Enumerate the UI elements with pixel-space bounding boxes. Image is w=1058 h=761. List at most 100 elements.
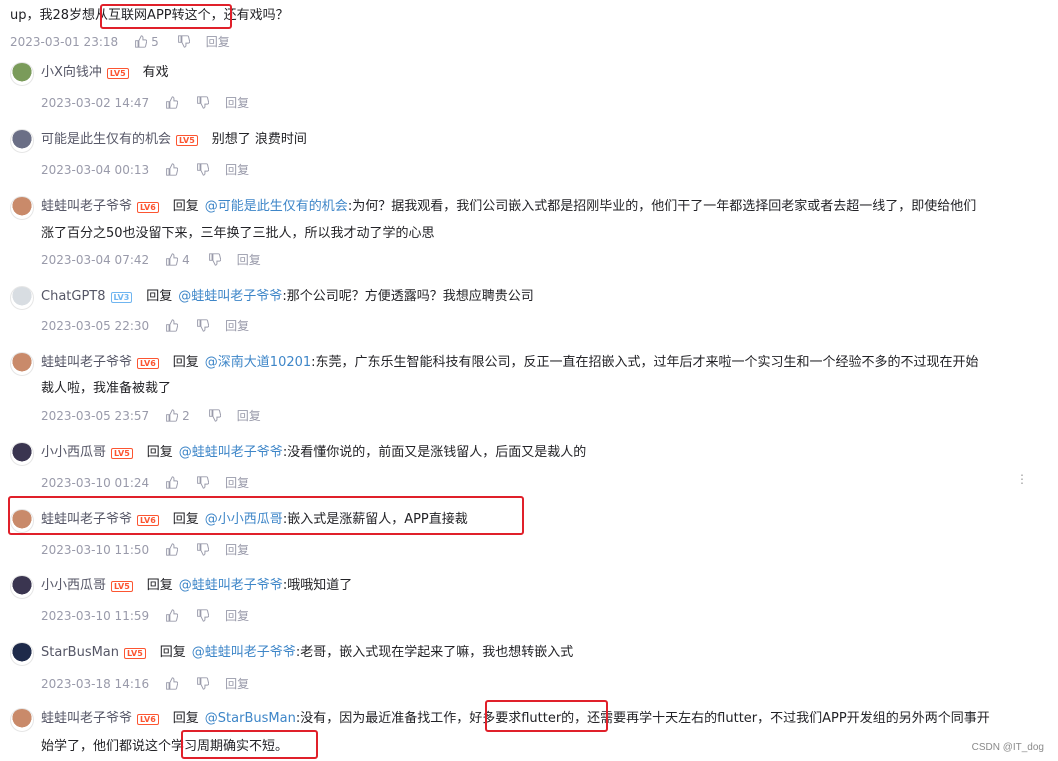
comment-meta: 2023-03-18 14:16 回复: [41, 675, 249, 692]
username-link[interactable]: StarBusMan: [41, 644, 119, 662]
reply-keyword: 回复: [146, 578, 173, 593]
comment-meta: 2023-03-04 07:42 4 回复: [41, 251, 261, 268]
comment-content: 别想了 浪费时间: [211, 132, 307, 147]
thumbs-down-icon: [197, 476, 210, 489]
thumbs-down-icon: [177, 35, 190, 48]
like-button[interactable]: [165, 476, 179, 489]
reply-keyword: 回复: [172, 199, 199, 214]
mention-link[interactable]: @蛙蛙叫老子爷爷: [192, 644, 296, 662]
comment-date: 2023-03-10 11:59: [41, 608, 150, 623]
comment-date: 2023-03-02 14:47: [41, 95, 150, 110]
avatar[interactable]: [10, 286, 34, 310]
dislike-button[interactable]: [196, 163, 210, 176]
comment-meta: 2023-03-10 01:24 回复: [41, 474, 249, 491]
like-count: 5: [151, 34, 159, 49]
comment-content-line2: 涨了百分之50也没留下来，三年换了三批人，所以我才动了学的心思: [41, 225, 435, 243]
mention-link[interactable]: @蛙蛙叫老子爷爷: [178, 288, 282, 306]
top-text-before: up，我28岁想: [10, 8, 96, 23]
dislike-button[interactable]: [208, 253, 221, 266]
dislike-button[interactable]: [196, 319, 210, 332]
comment-content-part: :没有，因为最近准备找工作，: [295, 711, 470, 726]
dislike-button[interactable]: [196, 543, 210, 556]
comment-date: 2023-03-05 23:57: [41, 408, 150, 423]
reply-button[interactable]: 回复: [206, 33, 230, 50]
username-link[interactable]: 小小西瓜哥: [41, 444, 106, 462]
comment-content: 有戏: [142, 65, 169, 80]
level-badge: LV5: [111, 447, 133, 459]
reply-button[interactable]: 回复: [225, 607, 249, 624]
comment-line: 蛙蛙叫老子爷爷 LV6 回复 @深南大道10201:东莞，广东乐生智能科技有限公司，反…: [41, 354, 979, 372]
mention-link[interactable]: @可能是此生仅有的机会: [205, 198, 348, 216]
thumbs-up-icon: [135, 35, 148, 48]
dislike-button[interactable]: [177, 35, 190, 48]
avatar[interactable]: [10, 575, 34, 599]
comment-date: 2023-03-18 14:16: [41, 676, 150, 691]
like-button[interactable]: 4: [165, 253, 190, 267]
thumbs-down-icon: [208, 253, 221, 266]
thumbs-up-icon: [166, 96, 179, 109]
comment-content-line2: 裁人啦，我准备被裁了: [41, 380, 171, 398]
avatar[interactable]: [10, 352, 34, 376]
avatar[interactable]: [10, 196, 34, 220]
more-options-icon[interactable]: ⋮: [1016, 472, 1028, 486]
dislike-button[interactable]: [196, 609, 210, 622]
username-link[interactable]: ChatGPT8: [41, 288, 106, 306]
comment-content: :哦哦知道了: [282, 578, 353, 593]
comment-line2-part: 始学了，他们都说这个: [41, 739, 172, 754]
comment-content-part: 还需要再学十天左右的flutter，不过我们APP开发组的另外两个同事开: [587, 711, 990, 726]
comment-line: 小小西瓜哥 LV5 回复 @蛙蛙叫老子爷爷:哦哦知道了: [41, 577, 352, 595]
comment-meta: 2023-03-10 11:59 回复: [41, 607, 249, 624]
reply-button[interactable]: 回复: [225, 317, 249, 334]
mention-link[interactable]: @蛙蛙叫老子爷爷: [179, 577, 283, 595]
username-link[interactable]: 蛙蛙叫老子爷爷: [41, 354, 132, 372]
like-button[interactable]: [165, 677, 179, 690]
reply-button[interactable]: 回复: [225, 94, 249, 111]
reply-button[interactable]: 回复: [225, 474, 249, 491]
comment-line: 蛙蛙叫老子爷爷 LV6 回复 @可能是此生仅有的机会:为何？据我观看，我们公司嵌入式都…: [41, 198, 976, 216]
avatar[interactable]: [10, 62, 34, 86]
dislike-button[interactable]: [196, 677, 210, 690]
avatar[interactable]: [10, 442, 34, 466]
comment-meta: 2023-03-05 23:57 2 回复: [41, 407, 261, 424]
highlight-box: [181, 730, 318, 759]
like-button[interactable]: [165, 319, 179, 332]
username-link[interactable]: 蛙蛙叫老子爷爷: [41, 710, 132, 728]
comment-content: :没看懂你说的，前面又是涨钱留人，后面又是裁人的: [282, 445, 587, 460]
like-button[interactable]: 2: [165, 409, 190, 423]
reply-button[interactable]: 回复: [225, 541, 249, 558]
mention-link[interactable]: @蛙蛙叫老子爷爷: [179, 444, 283, 462]
avatar[interactable]: [10, 708, 34, 732]
username-link[interactable]: 小X向钱冲: [41, 64, 102, 82]
username-link[interactable]: 蛙蛙叫老子爷爷: [41, 198, 132, 216]
thumbs-down-icon: [197, 543, 210, 556]
like-button[interactable]: 5: [134, 35, 159, 49]
mention-link[interactable]: @深南大道10201: [205, 354, 311, 372]
like-button[interactable]: [165, 609, 179, 622]
comment-line: 可能是此生仅有的机会 LV5 别想了 浪费时间: [41, 131, 307, 149]
username-link[interactable]: 小小西瓜哥: [41, 577, 106, 595]
like-button[interactable]: [165, 163, 179, 176]
comment-line: 小小西瓜哥 LV5 回复 @蛙蛙叫老子爷爷:没看懂你说的，前面又是涨钱留人，后面又是裁…: [41, 444, 586, 462]
thumbs-down-icon: [197, 609, 210, 622]
dislike-button[interactable]: [196, 96, 210, 109]
like-count: 4: [182, 252, 190, 267]
reply-button[interactable]: 回复: [225, 161, 249, 178]
highlight-box: [8, 496, 524, 535]
mention-link[interactable]: @StarBusMan: [205, 710, 296, 728]
reply-button[interactable]: 回复: [225, 675, 249, 692]
reply-button[interactable]: 回复: [237, 251, 261, 268]
level-badge: LV6: [137, 713, 159, 725]
level-badge: LV6: [137, 357, 159, 369]
level-badge: LV5: [124, 647, 146, 659]
thumbs-down-icon: [197, 163, 210, 176]
dislike-button[interactable]: [196, 476, 210, 489]
avatar[interactable]: [10, 129, 34, 153]
like-button[interactable]: [165, 96, 179, 109]
like-button[interactable]: [165, 543, 179, 556]
reply-button[interactable]: 回复: [237, 407, 261, 424]
thumbs-up-icon: [166, 319, 179, 332]
dislike-button[interactable]: [208, 409, 221, 422]
avatar[interactable]: [10, 642, 34, 666]
like-count: 2: [182, 408, 190, 423]
username-link[interactable]: 可能是此生仅有的机会: [41, 131, 171, 149]
